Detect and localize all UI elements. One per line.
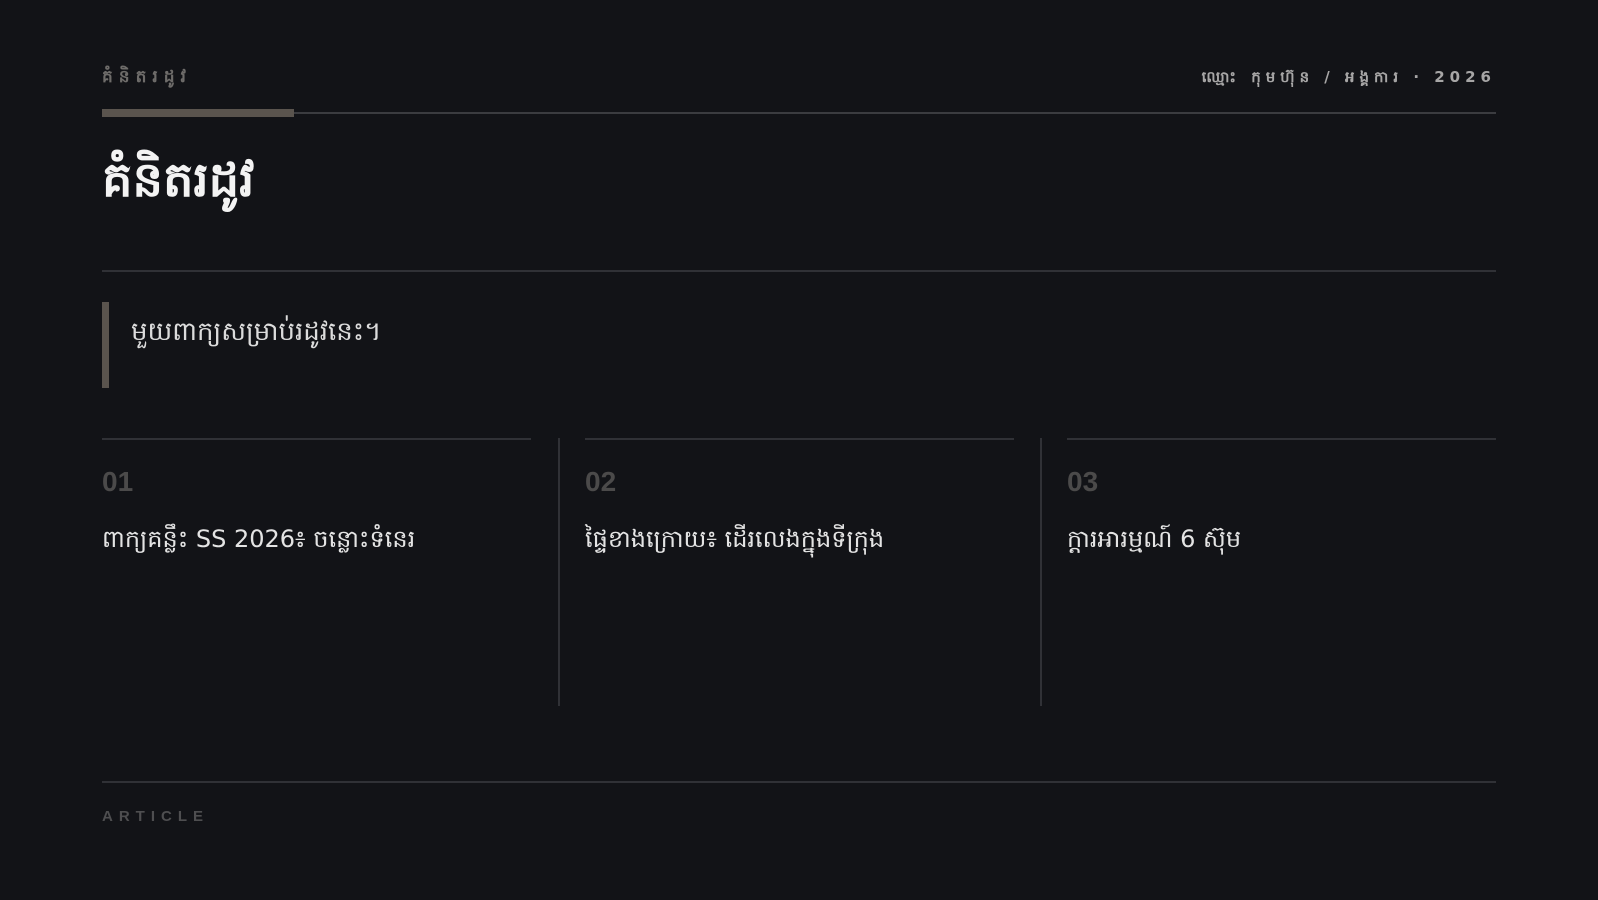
column-divider [558,438,560,706]
header-accent-bar [102,109,294,117]
header-meta: ឈ្មោះ កុមហ៊ុន / អង្គការ · 2026 [1201,68,1496,86]
column-3: 03 ក្តារអារម្មណ៍ 6 ស៊ុម [1067,438,1496,706]
header-kicker: គំនិតរដូវ [102,67,192,87]
header-rule [102,112,1496,114]
slide: គំនិតរដូវ ឈ្មោះ កុមហ៊ុន / អង្គការ · 2026… [102,0,1496,900]
column-rule [1067,438,1496,440]
header: គំនិតរដូវ ឈ្មោះ កុមហ៊ុន / អង្គការ · 2026 [102,66,1496,90]
column-text: ក្តារអារម្មណ៍ 6 ស៊ុម [1067,525,1242,553]
column-divider [1040,438,1042,706]
column-text: ផ្ទៃខាងក្រោយ៖ ដើរលេងក្នុងទីក្រុង [585,525,885,553]
title-rule [102,270,1496,272]
footer-label: ARTICLE [102,808,209,825]
column-2: 02 ផ្ទៃខាងក្រោយ៖ ដើរលេងក្នុងទីក្រុង [585,438,1014,706]
column-number: 02 [585,466,617,497]
column-number: 01 [102,466,134,497]
column-rule [102,438,531,440]
column-1: 01 ពាក្យគន្លឹះ SS 2026៖ ចន្លោះទំនេរ [102,438,531,706]
columns: 01 ពាក្យគន្លឹះ SS 2026៖ ចន្លោះទំនេរ 02 ផ… [102,438,1496,706]
column-rule [585,438,1014,440]
footer-rule [102,781,1496,783]
lede-quote: មួយពាក្យសម្រាប់រដូវនេះ។ [102,302,381,388]
column-number: 03 [1067,466,1099,497]
column-text: ពាក្យគន្លឹះ SS 2026៖ ចន្លោះទំនេរ [102,525,416,553]
page-title: គំនិតរដូវ [102,152,255,208]
